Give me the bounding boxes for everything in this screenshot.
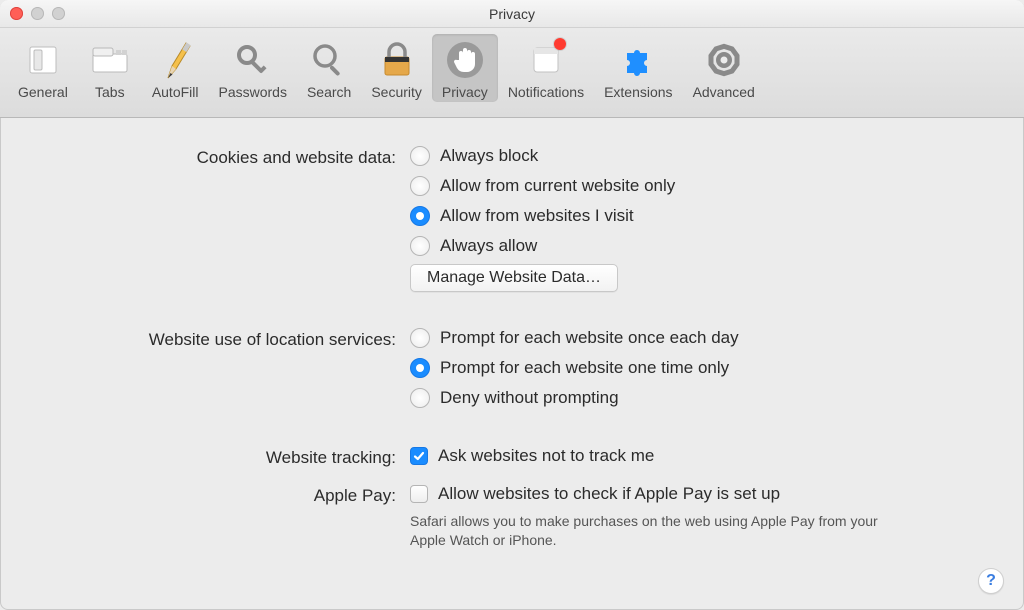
tab-general[interactable]: General bbox=[8, 34, 78, 102]
titlebar: Privacy bbox=[0, 0, 1024, 28]
radio-label: Prompt for each website one time only bbox=[440, 356, 729, 380]
tab-label: General bbox=[18, 84, 68, 100]
hand-icon bbox=[443, 38, 487, 82]
radio-label: Deny without prompting bbox=[440, 386, 619, 410]
tab-notifications[interactable]: Notifications bbox=[498, 34, 594, 102]
tab-label: AutoFill bbox=[152, 84, 199, 100]
lock-icon bbox=[375, 38, 419, 82]
gear-icon bbox=[702, 38, 746, 82]
radio-label: Allow from current website only bbox=[440, 174, 675, 198]
manage-website-data-button[interactable]: Manage Website Data… bbox=[410, 264, 618, 292]
apple-pay-help-text: Safari allows you to make purchases on t… bbox=[410, 512, 890, 550]
notifications-icon bbox=[524, 38, 568, 82]
location-option-1[interactable]: Prompt for each website one time only bbox=[410, 356, 994, 380]
tab-privacy[interactable]: Privacy bbox=[432, 34, 498, 102]
badge-dot-icon bbox=[554, 38, 566, 50]
tab-label: Notifications bbox=[508, 84, 584, 100]
radio-icon bbox=[410, 176, 430, 196]
radio-icon bbox=[410, 236, 430, 256]
tab-label: Tabs bbox=[95, 84, 125, 100]
cookies-option-0[interactable]: Always block bbox=[410, 144, 994, 168]
radio-icon bbox=[410, 358, 430, 378]
magnifier-icon bbox=[307, 38, 351, 82]
tab-search[interactable]: Search bbox=[297, 34, 361, 102]
tab-tabs[interactable]: Tabs bbox=[78, 34, 142, 102]
cookies-label: Cookies and website data: bbox=[30, 144, 410, 172]
tab-security[interactable]: Security bbox=[361, 34, 432, 102]
puzzle-icon bbox=[616, 38, 660, 82]
apple-pay-checkbox-label: Allow websites to check if Apple Pay is … bbox=[438, 482, 780, 506]
tab-label: Search bbox=[307, 84, 351, 100]
radio-icon bbox=[410, 388, 430, 408]
switch-icon bbox=[21, 38, 65, 82]
preferences-toolbar: General Tabs AutoFill Passwords Search S… bbox=[0, 28, 1024, 118]
checkbox-icon bbox=[410, 485, 428, 503]
do-not-track-label: Ask websites not to track me bbox=[438, 444, 654, 468]
tab-label: Security bbox=[371, 84, 422, 100]
cookies-radio-group: Always block Allow from current website o… bbox=[410, 144, 994, 258]
key-icon bbox=[231, 38, 275, 82]
radio-label: Prompt for each website once each day bbox=[440, 326, 739, 350]
tab-extensions[interactable]: Extensions bbox=[594, 34, 682, 102]
tracking-label: Website tracking: bbox=[30, 444, 410, 472]
tab-label: Advanced bbox=[693, 84, 755, 100]
cookies-option-3[interactable]: Always allow bbox=[410, 234, 994, 258]
window-title: Privacy bbox=[489, 6, 535, 22]
location-option-2[interactable]: Deny without prompting bbox=[410, 386, 994, 410]
radio-label: Allow from websites I visit bbox=[440, 204, 634, 228]
location-radio-group: Prompt for each website once each day Pro… bbox=[410, 326, 994, 410]
apple-pay-checkbox[interactable]: Allow websites to check if Apple Pay is … bbox=[410, 482, 994, 506]
cookies-option-2[interactable]: Allow from websites I visit bbox=[410, 204, 994, 228]
location-option-0[interactable]: Prompt for each website once each day bbox=[410, 326, 994, 350]
window-controls bbox=[10, 7, 65, 20]
radio-label: Always allow bbox=[440, 234, 537, 258]
tab-advanced[interactable]: Advanced bbox=[683, 34, 765, 102]
privacy-pane: Cookies and website data: Always blockAl… bbox=[0, 118, 1024, 610]
radio-icon bbox=[410, 146, 430, 166]
location-label: Website use of location services: bbox=[30, 326, 410, 354]
tab-autofill[interactable]: AutoFill bbox=[142, 34, 209, 102]
tab-label: Passwords bbox=[219, 84, 287, 100]
minimize-window-button[interactable] bbox=[31, 7, 44, 20]
radio-label: Always block bbox=[440, 144, 538, 168]
radio-icon bbox=[410, 206, 430, 226]
cookies-option-1[interactable]: Allow from current website only bbox=[410, 174, 994, 198]
tabs-icon bbox=[88, 38, 132, 82]
radio-icon bbox=[410, 328, 430, 348]
pencil-icon bbox=[153, 38, 197, 82]
tab-passwords[interactable]: Passwords bbox=[209, 34, 297, 102]
help-button[interactable]: ? bbox=[978, 568, 1004, 594]
close-window-button[interactable] bbox=[10, 7, 23, 20]
do-not-track-checkbox[interactable]: Ask websites not to track me bbox=[410, 444, 994, 468]
zoom-window-button[interactable] bbox=[52, 7, 65, 20]
apple-pay-label: Apple Pay: bbox=[30, 482, 410, 510]
tab-label: Extensions bbox=[604, 84, 672, 100]
tab-label: Privacy bbox=[442, 84, 488, 100]
checkbox-icon bbox=[410, 447, 428, 465]
